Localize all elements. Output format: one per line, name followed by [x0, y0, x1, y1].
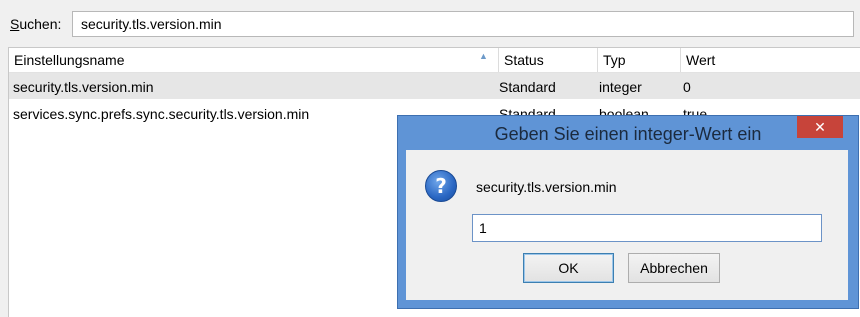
column-header-name-label: Einstellungsname: [14, 52, 125, 68]
dialog-title: Geben Sie einen integer-Wert ein: [494, 124, 762, 144]
sort-ascending-icon: ▲: [479, 51, 488, 61]
search-label-accel: S: [10, 16, 20, 32]
column-header-type[interactable]: Typ: [597, 48, 680, 72]
search-bar: Suchen:: [0, 0, 860, 46]
search-label: Suchen:: [10, 16, 61, 32]
column-header-type-label: Typ: [603, 52, 626, 68]
close-button[interactable]: ✕: [797, 116, 843, 138]
column-header-name[interactable]: Einstellungsname: [9, 48, 498, 72]
cell-status: Standard: [499, 79, 556, 95]
table-header: Einstellungsname ▲ Status Typ Wert: [9, 48, 860, 73]
table-row[interactable]: security.tls.version.min Standard intege…: [9, 73, 860, 99]
cell-name: security.tls.version.min: [13, 79, 154, 95]
cancel-button[interactable]: Abbrechen: [628, 253, 720, 283]
question-icon: ?: [425, 170, 457, 202]
dialog-prompt: security.tls.version.min: [476, 179, 617, 195]
search-input[interactable]: [72, 11, 854, 37]
value-input[interactable]: [472, 214, 822, 242]
column-header-status[interactable]: Status: [498, 48, 597, 72]
dialog-titlebar[interactable]: Geben Sie einen integer-Wert ein ✕: [398, 116, 858, 150]
cell-type: integer: [599, 79, 642, 95]
integer-input-dialog: Geben Sie einen integer-Wert ein ✕ ? sec…: [397, 115, 859, 309]
column-header-value-label: Wert: [686, 52, 716, 68]
cell-value: 0: [683, 79, 691, 95]
dialog-body: ? security.tls.version.min OK Abbrechen: [406, 150, 848, 300]
column-header-value[interactable]: Wert: [680, 48, 860, 72]
column-header-status-label: Status: [504, 52, 544, 68]
cell-name: services.sync.prefs.sync.security.tls.ve…: [13, 106, 310, 122]
close-icon: ✕: [814, 119, 826, 135]
ok-button[interactable]: OK: [523, 253, 614, 283]
search-label-rest: uchen:: [19, 16, 62, 32]
